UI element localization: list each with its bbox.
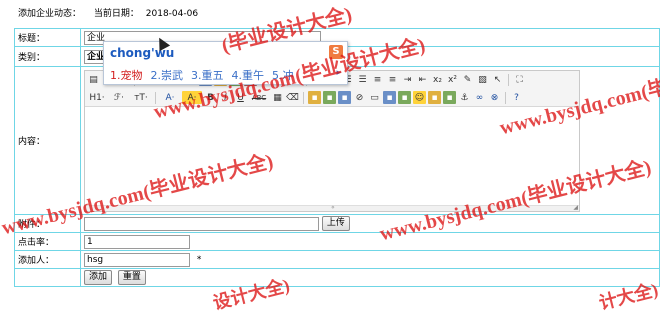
- unordered-list-icon[interactable]: ≡: [386, 73, 399, 86]
- toolbar-divider: [155, 91, 156, 104]
- editor-statusbar: ⋄ ◢: [85, 204, 579, 211]
- added-by-label: 添加人：: [14, 250, 81, 269]
- toolbar-divider: [303, 91, 304, 104]
- toolbar-divider: [505, 91, 506, 104]
- ime-candidate[interactable]: 1.宠物: [110, 67, 143, 83]
- actions-label-cell: [14, 268, 81, 287]
- pagebreak-icon[interactable]: ▪: [443, 91, 456, 104]
- date-label: 当前日期：: [93, 9, 139, 19]
- code-icon[interactable]: ▪: [383, 91, 396, 104]
- content-cell: ▤ ↶ ↷ ✂ ⎘ ▦ ⌕ ▪ ▪ ▪ ▪ ▭ ▭ ▭: [80, 66, 660, 215]
- page-header: 添加企业动态： 当前日期： 2018-04-06: [18, 8, 198, 20]
- resize-grip-icon[interactable]: ⋄: [331, 204, 335, 211]
- clicks-cell: 1: [80, 232, 660, 251]
- media-icon[interactable]: ▪: [338, 91, 351, 104]
- indent-icon[interactable]: ⇥: [401, 73, 414, 86]
- table-icon[interactable]: ▦: [271, 91, 284, 104]
- eraser-icon[interactable]: ⌫: [286, 91, 299, 104]
- map-icon[interactable]: ▭: [368, 91, 381, 104]
- attachment-cell: 上传: [80, 214, 660, 233]
- fullscreen-icon[interactable]: ⛶: [513, 73, 526, 86]
- anchor-icon[interactable]: ⚓: [458, 91, 471, 104]
- clear-format-icon[interactable]: ✎: [461, 73, 474, 86]
- ime-candidate[interactable]: 4.重午: [232, 67, 265, 83]
- help-icon[interactable]: ?: [510, 91, 523, 104]
- ime-candidate[interactable]: 3.重五: [191, 67, 224, 83]
- added-by-cell: hsg *: [80, 250, 660, 269]
- resize-corner-icon[interactable]: ◢: [573, 204, 578, 211]
- highlight-button[interactable]: A·: [182, 91, 202, 104]
- date-value: 2018-04-06: [145, 9, 199, 19]
- unlink-icon[interactable]: ⊗: [488, 91, 501, 104]
- pointer-select-icon[interactable]: ↖: [491, 73, 504, 86]
- template-insert-icon[interactable]: ▪: [428, 91, 441, 104]
- ime-candidate-list: 1.宠物 2.崇武 3.重五 4.重午 5.冲: [110, 67, 294, 83]
- section-title: 添加企业动态：: [18, 9, 82, 19]
- source-doc-icon[interactable]: ▤: [87, 73, 100, 86]
- ordered-list-icon[interactable]: ≡: [371, 73, 384, 86]
- strike-button[interactable]: ABC: [249, 91, 269, 104]
- subscript-icon[interactable]: x₂: [431, 73, 444, 86]
- underline-button[interactable]: U: [234, 91, 247, 104]
- ime-candidate[interactable]: 5.冲: [272, 67, 294, 83]
- required-mark: *: [196, 255, 202, 265]
- content-label: 内容：: [14, 66, 81, 215]
- rich-text-editor: ▤ ↶ ↷ ✂ ⎘ ▦ ⌕ ▪ ▪ ▪ ▪ ▭ ▭ ▭: [84, 69, 580, 212]
- attachment-input[interactable]: [84, 216, 319, 231]
- ime-candidate-popup: chong'wu S 1.宠物 2.崇武 3.重五 4.重午 5.冲 ▸: [103, 41, 348, 85]
- attachment-label: 附件：: [14, 214, 81, 233]
- image-icon[interactable]: ▪: [308, 91, 321, 104]
- reset-button[interactable]: 重置: [117, 270, 146, 285]
- bold-button[interactable]: B: [204, 91, 217, 104]
- title-label: 标题：: [14, 28, 81, 47]
- justify-icon[interactable]: ☰: [356, 73, 369, 86]
- toolbar-divider: [508, 73, 509, 86]
- clicks-input[interactable]: 1: [84, 234, 190, 249]
- ime-logo-icon: S: [329, 45, 343, 59]
- font-size-dropdown[interactable]: тT·: [131, 91, 151, 104]
- ime-next-page-icon[interactable]: ▸: [336, 68, 341, 78]
- font-family-dropdown[interactable]: ℱ·: [109, 91, 129, 104]
- clicks-label: 点击率：: [14, 232, 81, 251]
- added-by-input[interactable]: hsg: [84, 252, 190, 267]
- link-icon[interactable]: ∞: [473, 91, 486, 104]
- heading-dropdown[interactable]: H1·: [87, 91, 107, 104]
- superscript-icon[interactable]: x²: [446, 73, 459, 86]
- font-color-button[interactable]: A·: [160, 91, 180, 104]
- upload-button[interactable]: 上传: [321, 216, 350, 231]
- flash-icon[interactable]: ▪: [323, 91, 336, 104]
- actions-cell: 添加 重置: [80, 268, 660, 287]
- select-all-text-icon[interactable]: ▧: [476, 73, 489, 86]
- toolbar-row-2: H1· ℱ· тT· A· A· B I U ABC ▦ ⌫ ▪ ▪ ▪ ⊘ ▭…: [87, 90, 523, 106]
- editor-content-area[interactable]: [85, 107, 579, 207]
- attach-icon[interactable]: ⊘: [353, 91, 366, 104]
- ime-candidate[interactable]: 2.崇武: [151, 67, 184, 83]
- category-label: 类别：: [14, 46, 81, 67]
- emoticon-icon[interactable]: ☺: [413, 91, 426, 104]
- insert-file-icon[interactable]: ▪: [398, 91, 411, 104]
- submit-button[interactable]: 添加: [84, 270, 113, 285]
- outdent-icon[interactable]: ⇤: [416, 73, 429, 86]
- italic-button[interactable]: I: [219, 91, 232, 104]
